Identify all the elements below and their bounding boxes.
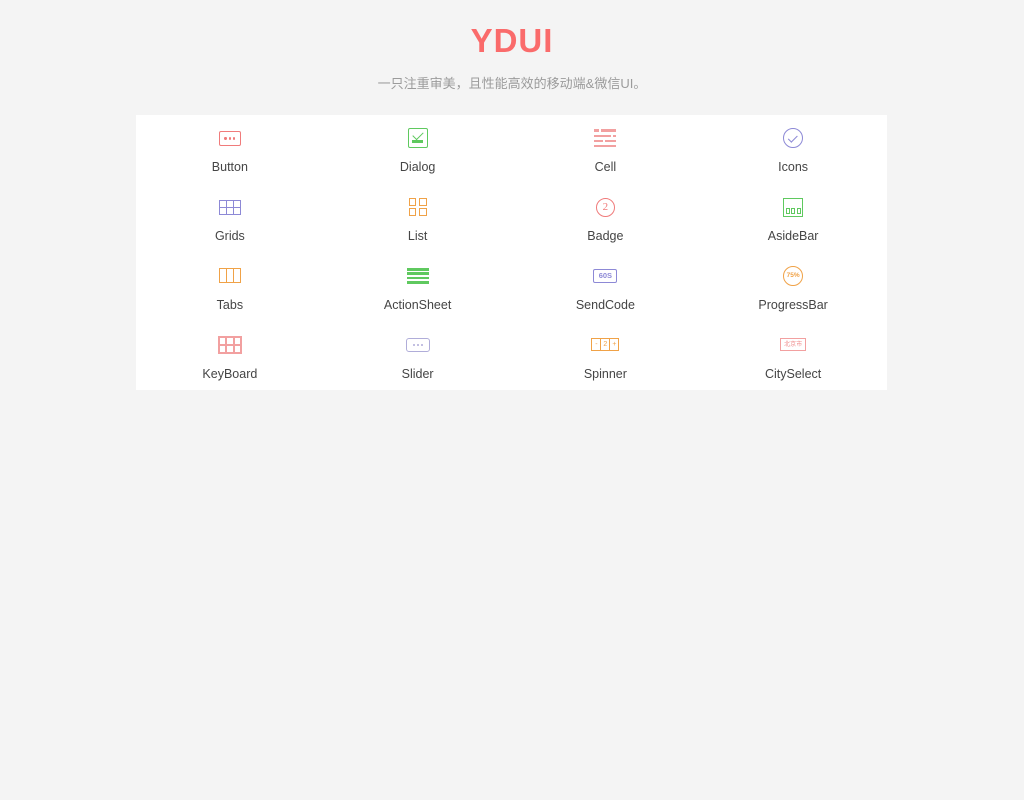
sendcode-icon-wrap: 60S bbox=[590, 261, 620, 291]
keyboard-icon bbox=[217, 335, 242, 354]
spinner-icon-wrap: - 2 + bbox=[590, 330, 620, 360]
nav-item-badge[interactable]: 2 Badge bbox=[512, 184, 700, 253]
cell-icon-wrap bbox=[590, 123, 620, 153]
nav-item-label: ActionSheet bbox=[383, 297, 452, 312]
list-icon-wrap bbox=[403, 192, 433, 222]
tabs-icon bbox=[218, 268, 241, 284]
nav-item-asidebar[interactable]: AsideBar bbox=[699, 184, 887, 253]
nav-item-keyboard[interactable]: KeyBoard bbox=[136, 321, 324, 390]
actionsheet-icon bbox=[406, 267, 429, 284]
button-icon-wrap bbox=[215, 123, 245, 153]
cityselect-icon: 北京市 bbox=[780, 338, 807, 352]
dialog-icon-wrap bbox=[403, 123, 433, 153]
grids-icon bbox=[218, 199, 241, 215]
badge-icon: 2 bbox=[595, 197, 615, 217]
nav-item-grids[interactable]: Grids bbox=[136, 184, 324, 253]
nav-item-label: AsideBar bbox=[767, 229, 819, 244]
spinner-icon: - 2 + bbox=[591, 338, 620, 352]
icons-icon-wrap bbox=[778, 123, 808, 153]
actionsheet-icon-wrap bbox=[403, 261, 433, 291]
nav-item-label: Button bbox=[211, 160, 248, 175]
spinner-plus: + bbox=[609, 339, 618, 351]
nav-item-label: CitySelect bbox=[764, 366, 822, 381]
nav-item-label: Slider bbox=[401, 366, 434, 381]
nav-item-button[interactable]: Button bbox=[136, 115, 324, 184]
nav-item-icons[interactable]: Icons bbox=[699, 115, 887, 184]
nav-item-label: Grids bbox=[214, 229, 245, 244]
nav-item-dialog[interactable]: Dialog bbox=[324, 115, 512, 184]
nav-item-spinner[interactable]: - 2 + Spinner bbox=[512, 321, 700, 390]
nav-item-label: ProgressBar bbox=[758, 297, 828, 312]
component-nav-grid: Button Dialog Cell Icons Grids List 2 Ba… bbox=[136, 115, 887, 390]
progressbar-icon-wrap: 75% bbox=[778, 261, 808, 291]
nav-item-slider[interactable]: Slider bbox=[324, 321, 512, 390]
nav-item-label: Dialog bbox=[399, 160, 436, 175]
nav-item-label: Cell bbox=[594, 160, 617, 175]
nav-item-label: Badge bbox=[587, 229, 624, 244]
nav-item-sendcode[interactable]: 60S SendCode bbox=[512, 253, 700, 322]
list-icon bbox=[408, 198, 427, 217]
nav-item-label: List bbox=[407, 229, 428, 244]
slider-icon-wrap bbox=[403, 330, 433, 360]
page-root: YDUI 一只注重审美，且性能高效的移动端&微信UI。 Button Dialo… bbox=[0, 0, 1024, 800]
nav-item-label: SendCode bbox=[575, 297, 635, 312]
page-subtitle: 一只注重审美，且性能高效的移动端&微信UI。 bbox=[377, 76, 647, 91]
nav-item-cell[interactable]: Cell bbox=[512, 115, 700, 184]
asidebar-icon bbox=[783, 197, 804, 217]
nav-item-label: KeyBoard bbox=[202, 366, 258, 381]
dialog-icon bbox=[407, 128, 428, 149]
grids-icon-wrap bbox=[215, 192, 245, 222]
nav-item-label: Tabs bbox=[216, 297, 244, 312]
cell-icon bbox=[594, 129, 617, 148]
sendcode-icon: 60S bbox=[593, 268, 618, 283]
progressbar-icon: 75% bbox=[783, 265, 804, 286]
page-title: YDUI bbox=[470, 22, 554, 59]
component-nav-card: Button Dialog Cell Icons Grids List 2 Ba… bbox=[136, 115, 887, 390]
badge-icon-wrap: 2 bbox=[590, 192, 620, 222]
icons-icon bbox=[783, 128, 804, 149]
slider-icon bbox=[405, 337, 430, 352]
cityselect-icon-wrap: 北京市 bbox=[778, 330, 808, 360]
nav-item-list[interactable]: List bbox=[324, 184, 512, 253]
spinner-minus: - bbox=[595, 341, 598, 349]
spinner-value: 2 bbox=[600, 339, 609, 351]
nav-item-progressbar[interactable]: 75% ProgressBar bbox=[699, 253, 887, 322]
button-icon bbox=[218, 130, 241, 146]
nav-item-cityselect[interactable]: 北京市 CitySelect bbox=[699, 321, 887, 390]
nav-item-actionsheet[interactable]: ActionSheet bbox=[324, 253, 512, 322]
keyboard-icon-wrap bbox=[215, 330, 245, 360]
nav-item-tabs[interactable]: Tabs bbox=[136, 253, 324, 322]
asidebar-icon-wrap bbox=[778, 192, 808, 222]
nav-item-label: Spinner bbox=[583, 366, 627, 381]
nav-item-label: Icons bbox=[778, 160, 809, 175]
tabs-icon-wrap bbox=[215, 261, 245, 291]
